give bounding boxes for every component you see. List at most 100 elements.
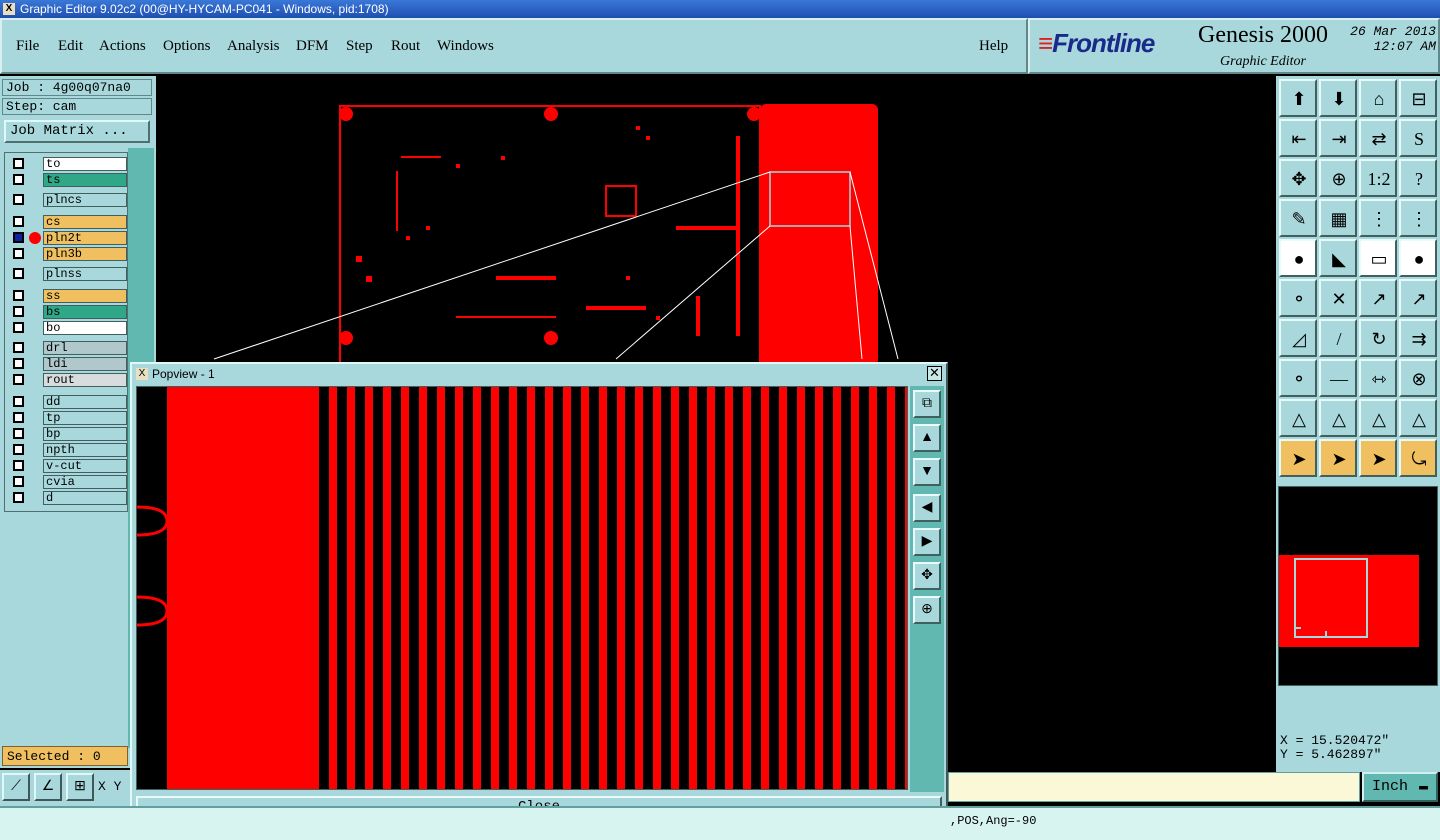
layer-name[interactable]: npth [43,443,127,457]
dot-button[interactable]: ● [1399,239,1437,277]
menu-windows[interactable]: Windows [437,38,494,55]
zoom-ratio-button[interactable]: 1:2 [1359,159,1397,197]
menu-options[interactable]: Options [163,38,211,55]
layer-row-pln2t[interactable]: pln2t [9,231,127,245]
layer-a-button[interactable]: ⋮ [1359,199,1397,237]
job-matrix-button[interactable]: Job Matrix ... [4,120,150,143]
grid-button[interactable]: ▦ [1319,199,1357,237]
layer-row-npth[interactable]: npth [9,443,127,457]
arc-b-button[interactable]: ↗ [1399,279,1437,317]
layer-checkbox[interactable] [13,460,24,471]
menu-edit[interactable]: Edit [58,38,83,55]
layer-row-tp[interactable]: tp [9,411,127,425]
layer-b-button[interactable]: ⋮ [1399,199,1437,237]
home-button[interactable]: ⌂ [1359,79,1397,117]
popview-canvas[interactable] [136,386,908,790]
popview-pan-right-icon[interactable]: ▶ [913,528,941,556]
layer-row-to[interactable]: to [9,157,127,171]
snap-tool-button[interactable]: ⟋ [2,773,30,801]
ruler-button[interactable]: ▭ [1359,239,1397,277]
menu-actions[interactable]: Actions [99,38,146,55]
dash-button[interactable]: — [1319,359,1357,397]
layer-checkbox[interactable] [13,476,24,487]
pointer-sel-button[interactable]: ➤ [1359,439,1397,477]
pan-left-button[interactable]: ⇤ [1279,119,1317,157]
layer-name[interactable]: bs [43,305,127,319]
layer-checkbox[interactable] [13,232,24,243]
layer-row-dd[interactable]: dd [9,395,127,409]
layer-name[interactable]: d [43,491,127,505]
layer-name[interactable]: bp [43,427,127,441]
layer-checkbox[interactable] [13,492,24,503]
popview-pan-left-icon[interactable]: ◀ [913,494,941,522]
menu-step[interactable]: Step [346,38,373,55]
layer-row-v-cut[interactable]: v-cut [9,459,127,473]
step-button[interactable]: S [1399,119,1437,157]
layer-checkbox[interactable] [13,216,24,227]
layer-name[interactable]: ts [43,173,127,187]
layer-row-ts[interactable]: ts [9,173,127,187]
zoom-fit-button[interactable]: ✥ [1279,159,1317,197]
menu-file[interactable]: File [16,38,39,55]
pointer-box-button[interactable]: ➤ [1319,439,1357,477]
menu-rout[interactable]: Rout [391,38,420,55]
layer-checkbox[interactable] [13,444,24,455]
board-overview[interactable] [1278,486,1438,686]
arc-a-button[interactable]: ↗ [1359,279,1397,317]
pan-right-button[interactable]: ⇥ [1319,119,1357,157]
popview-pan-down-icon[interactable]: ▼ [913,458,941,486]
layer-name[interactable]: v-cut [43,459,127,473]
layer-name[interactable]: tp [43,411,127,425]
layer-name[interactable]: cvia [43,475,127,489]
snap-button[interactable]: ⚬ [1279,359,1317,397]
popview-close-icon[interactable]: ✕ [927,366,942,381]
tri-b-button[interactable]: △ [1319,399,1357,437]
copy-up-button[interactable]: ⬆ [1279,79,1317,117]
tri-a-button[interactable]: △ [1279,399,1317,437]
layer-name[interactable]: pln3b [43,247,127,261]
layer-name[interactable]: ss [43,289,127,303]
layer-checkbox[interactable] [13,342,24,353]
popview-zoom-icon[interactable]: ⧉ [913,390,941,418]
menu-help[interactable]: Help [979,38,1008,55]
layer-row-d[interactable]: d [9,491,127,505]
layer-name[interactable]: to [43,157,127,171]
layer-name[interactable]: dd [43,395,127,409]
rotate-button[interactable]: ↻ [1359,319,1397,357]
line-button[interactable]: ◣ [1319,239,1357,277]
layer-row-drl[interactable]: drl [9,341,127,355]
layer-checkbox[interactable] [13,374,24,385]
pad-button[interactable]: ● [1279,239,1317,277]
layer-row-rout[interactable]: rout [9,373,127,387]
layer-name[interactable]: plncs [43,193,127,207]
popview-pan-up-icon[interactable]: ▲ [913,424,941,452]
layer-row-bs[interactable]: bs [9,305,127,319]
menu-dfm[interactable]: DFM [296,38,329,55]
menu-analysis[interactable]: Analysis [227,38,280,55]
layer-checkbox[interactable] [13,158,24,169]
layer-checkbox[interactable] [13,358,24,369]
layer-checkbox[interactable] [13,322,24,333]
measure-button[interactable]: ⇿ [1359,359,1397,397]
layer-name[interactable]: bo [43,321,127,335]
layer-row-bo[interactable]: bo [9,321,127,335]
route-button[interactable]: ⤿ [1399,439,1437,477]
swap-button[interactable]: ⇄ [1359,119,1397,157]
tools-button[interactable]: ✎ [1279,199,1317,237]
tri-d-button[interactable]: △ [1399,399,1437,437]
copy-down-button[interactable]: ⬇ [1319,79,1357,117]
zoom-area-button[interactable]: ⊕ [1319,159,1357,197]
units-selector[interactable]: Inch ▬ [1362,772,1438,802]
slash-button[interactable]: / [1319,319,1357,357]
tri-c-button[interactable]: △ [1359,399,1397,437]
layer-row-plncs[interactable]: plncs [9,193,127,207]
layer-checkbox[interactable] [13,306,24,317]
layer-row-plnss[interactable]: plnss [9,267,127,281]
layer-row-ss[interactable]: ss [9,289,127,303]
measure-tool-button[interactable]: ∠ [34,773,62,801]
layer-checkbox[interactable] [13,396,24,407]
angle-button[interactable]: ◿ [1279,319,1317,357]
grid-tool-button[interactable]: ⊞ [66,773,94,801]
layer-row-bp[interactable]: bp [9,427,127,441]
layer-row-cvia[interactable]: cvia [9,475,127,489]
